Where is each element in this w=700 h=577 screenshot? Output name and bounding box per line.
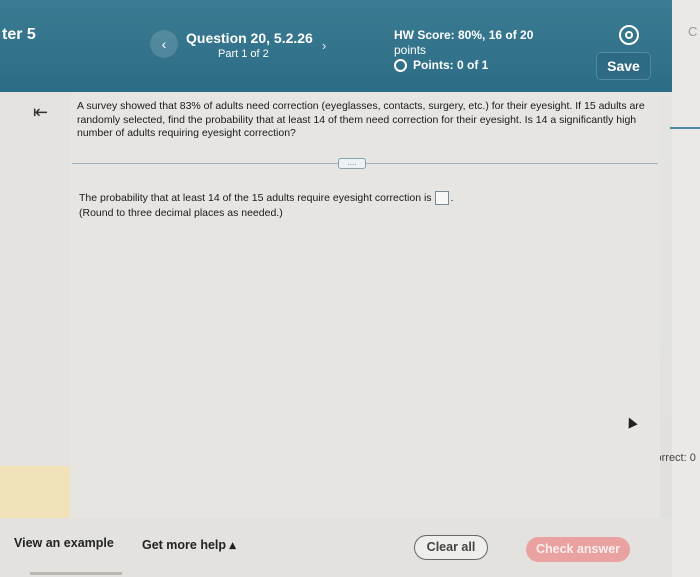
hw-score: HW Score: 80%, 16 of 20 — [394, 28, 534, 42]
answer-prompt: The probability that at least 14 of the … — [79, 192, 432, 204]
question-title: Question 20, 5.2.26 — [186, 30, 313, 46]
circle-icon — [394, 58, 407, 72]
answer-line: The probability that at least 14 of the … — [79, 191, 453, 205]
points-row: Points: 0 of 1 — [394, 58, 488, 72]
right-edge-divider — [670, 127, 700, 129]
answer-input[interactable] — [434, 191, 449, 205]
view-example-link[interactable]: View an example — [14, 536, 114, 550]
check-answer-button[interactable]: Check answer — [526, 537, 630, 562]
left-sidebar — [0, 92, 70, 512]
get-more-help-link[interactable]: Get more help ▴ — [142, 537, 236, 552]
question-part: Part 1 of 2 — [218, 48, 269, 60]
hw-score-unit: points — [394, 43, 427, 57]
sidebar-highlight — [0, 466, 70, 518]
bottom-strip — [30, 572, 122, 575]
screen: ter 5 ‹ Question 20, 5.2.26 Part 1 of 2 … — [0, 0, 700, 577]
collapse-icon[interactable]: ⇤ — [33, 102, 48, 123]
previous-question-button[interactable]: ‹ — [150, 30, 178, 58]
right-edge-partial-char: C — [688, 24, 698, 39]
clear-all-button[interactable]: Clear all — [414, 535, 488, 560]
question-header: ter 5 ‹ Question 20, 5.2.26 Part 1 of 2 … — [0, 0, 672, 92]
save-button[interactable]: Save — [596, 52, 651, 80]
question-text: A survey showed that 83% of adults need … — [77, 100, 645, 139]
next-question-button[interactable]: › — [322, 38, 326, 53]
question-content — [70, 92, 660, 518]
chapter-label[interactable]: ter 5 — [2, 26, 36, 44]
round-note: (Round to three decimal places as needed… — [79, 207, 283, 219]
right-edge-panel — [672, 0, 700, 577]
answer-suffix: . — [450, 192, 454, 204]
expand-more-button[interactable]: .... — [338, 158, 366, 169]
gear-icon[interactable] — [619, 25, 639, 45]
points-label: Points: 0 of 1 — [413, 58, 489, 72]
